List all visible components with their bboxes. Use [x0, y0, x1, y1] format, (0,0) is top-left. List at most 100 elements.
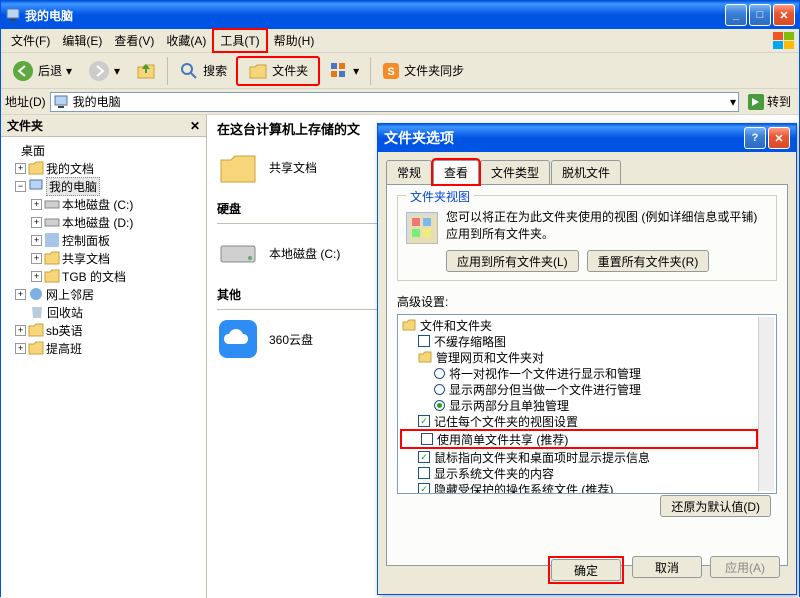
go-label: 转到 [767, 93, 791, 110]
toolbar: 后退 ▾ ▾ 搜索 文件夹 ▾ S 文件夹同步 [1, 53, 799, 89]
apply-to-all-button[interactable]: 应用到所有文件夹(L) [446, 250, 579, 272]
reset-all-button[interactable]: 重置所有文件夹(R) [587, 250, 710, 272]
collapse-icon[interactable]: − [15, 181, 26, 192]
close-button[interactable]: ✕ [768, 127, 790, 149]
folder-icon [402, 318, 416, 332]
advanced-label: 高级设置: [397, 293, 777, 310]
expand-icon[interactable]: + [31, 235, 42, 246]
sync-button[interactable]: S 文件夹同步 [375, 56, 471, 86]
tab-filetypes[interactable]: 文件类型 [480, 160, 550, 184]
back-label: 后退 [38, 62, 62, 79]
folders-toolbar-button[interactable]: 文件夹 [236, 56, 320, 86]
up-button[interactable] [129, 56, 163, 86]
sync-label: 文件夹同步 [404, 62, 464, 79]
folder-views-group: 文件夹视图 您可以将正在为此文件夹使用的视图 (例如详细信息或平铺) 应用到所有… [397, 195, 777, 281]
minimize-button[interactable]: _ [725, 4, 747, 26]
radio[interactable] [434, 368, 445, 379]
menubar: 文件(F) 编辑(E) 查看(V) 收藏(A) 工具(T) 帮助(H) [1, 29, 799, 53]
expand-icon[interactable]: + [31, 271, 42, 282]
checkbox[interactable] [418, 335, 430, 347]
expand-icon[interactable]: + [15, 289, 26, 300]
view-description: 您可以将正在为此文件夹使用的视图 (例如详细信息或平铺) 应用到所有文件夹。 [446, 208, 768, 242]
apply-button[interactable]: 应用(A) [710, 556, 780, 578]
checkbox[interactable]: ✓ [418, 483, 430, 494]
sync-icon: S [382, 62, 400, 80]
forward-icon [88, 60, 110, 82]
computer-icon [28, 178, 44, 194]
checkbox[interactable] [418, 467, 430, 479]
expand-icon[interactable]: + [31, 217, 42, 228]
go-icon [747, 93, 765, 111]
folder-icon [28, 322, 44, 338]
drive-icon [217, 232, 259, 274]
checkbox[interactable]: ✓ [418, 415, 430, 427]
chevron-down-icon: ▾ [114, 64, 120, 78]
back-button[interactable]: 后退 ▾ [5, 56, 79, 86]
documents-icon [28, 160, 44, 176]
checkbox-simple-share[interactable] [421, 433, 433, 445]
maximize-button[interactable]: □ [749, 4, 771, 26]
radio[interactable] [434, 400, 445, 411]
folder-tree[interactable]: 桌面 +我的文档 −我的电脑 +本地磁盘 (C:) +本地磁盘 (D:) +控制… [1, 137, 206, 598]
address-input[interactable] [73, 95, 726, 109]
folder-icon [28, 340, 44, 356]
cancel-button[interactable]: 取消 [632, 556, 702, 578]
menu-file[interactable]: 文件(F) [5, 30, 56, 51]
advanced-settings-tree[interactable]: 文件和文件夹 不缓存缩略图 管理网页和文件夹对 将一对视作一个文件进行显示和管理… [397, 314, 777, 494]
menu-edit[interactable]: 编辑(E) [56, 30, 108, 51]
expand-icon[interactable]: + [15, 325, 26, 336]
expand-icon[interactable]: + [31, 199, 42, 210]
desktop-icon [3, 142, 19, 158]
views-button[interactable]: ▾ [322, 56, 366, 86]
up-folder-icon [136, 61, 156, 81]
restore-defaults-button[interactable]: 还原为默认值(D) [660, 495, 771, 517]
help-button[interactable]: ? [744, 127, 766, 149]
tree-panel-title: 文件夹 [7, 117, 43, 134]
window-title: 我的电脑 [25, 7, 725, 24]
search-toolbar-button[interactable]: 搜索 [172, 56, 234, 86]
item-label: 本地磁盘 (C:) [269, 245, 340, 262]
tab-offline[interactable]: 脱机文件 [551, 160, 621, 184]
drive-icon [44, 196, 60, 212]
dialog-tabs: 常规 查看 文件类型 脱机文件 [378, 152, 796, 184]
windows-flag-icon [773, 32, 795, 50]
computer-icon [53, 94, 69, 110]
close-panel-button[interactable]: ✕ [190, 119, 200, 133]
search-label: 搜索 [203, 62, 227, 79]
address-box[interactable]: ▾ [50, 92, 739, 112]
folders-label: 文件夹 [272, 62, 308, 79]
expand-icon[interactable]: + [31, 253, 42, 264]
dialog-titlebar[interactable]: 文件夹选项 ? ✕ [378, 124, 796, 152]
folder-options-dialog: 文件夹选项 ? ✕ 常规 查看 文件类型 脱机文件 文件夹视图 您可以将正在为此… [377, 123, 797, 595]
expand-icon[interactable]: + [15, 163, 26, 174]
tab-view[interactable]: 查看 [433, 160, 479, 184]
tab-general[interactable]: 常规 [386, 160, 432, 184]
checkbox[interactable]: ✓ [418, 451, 430, 463]
menu-fav[interactable]: 收藏(A) [160, 30, 212, 51]
scrollbar[interactable] [758, 317, 774, 491]
close-button[interactable]: ✕ [773, 4, 795, 26]
tab-panel-view: 文件夹视图 您可以将正在为此文件夹使用的视图 (例如详细信息或平铺) 应用到所有… [386, 184, 788, 566]
titlebar[interactable]: 我的电脑 _ □ ✕ [1, 1, 799, 29]
back-icon [12, 60, 34, 82]
address-label: 地址(D) [5, 93, 46, 110]
chevron-down-icon[interactable]: ▾ [730, 95, 736, 109]
expand-icon[interactable]: + [15, 343, 26, 354]
go-button[interactable]: 转到 [743, 93, 795, 111]
folder-view-icon [406, 212, 438, 244]
menu-view[interactable]: 查看(V) [108, 30, 160, 51]
forward-button[interactable]: ▾ [81, 56, 127, 86]
dialog-title: 文件夹选项 [384, 128, 454, 148]
folder-icon [217, 146, 259, 188]
folder-icon [418, 350, 432, 364]
radio[interactable] [434, 384, 445, 395]
views-icon [329, 61, 349, 81]
address-bar: 地址(D) ▾ 转到 [1, 89, 799, 115]
network-icon [28, 286, 44, 302]
menu-tools[interactable]: 工具(T) [212, 28, 267, 53]
menu-help[interactable]: 帮助(H) [268, 30, 321, 51]
cloud-icon [217, 318, 259, 360]
folder-icon [44, 268, 60, 284]
ok-button[interactable]: 确定 [551, 559, 621, 581]
folder-tree-panel: 文件夹 ✕ 桌面 +我的文档 −我的电脑 +本地磁盘 (C:) +本地磁盘 (D… [1, 115, 207, 598]
